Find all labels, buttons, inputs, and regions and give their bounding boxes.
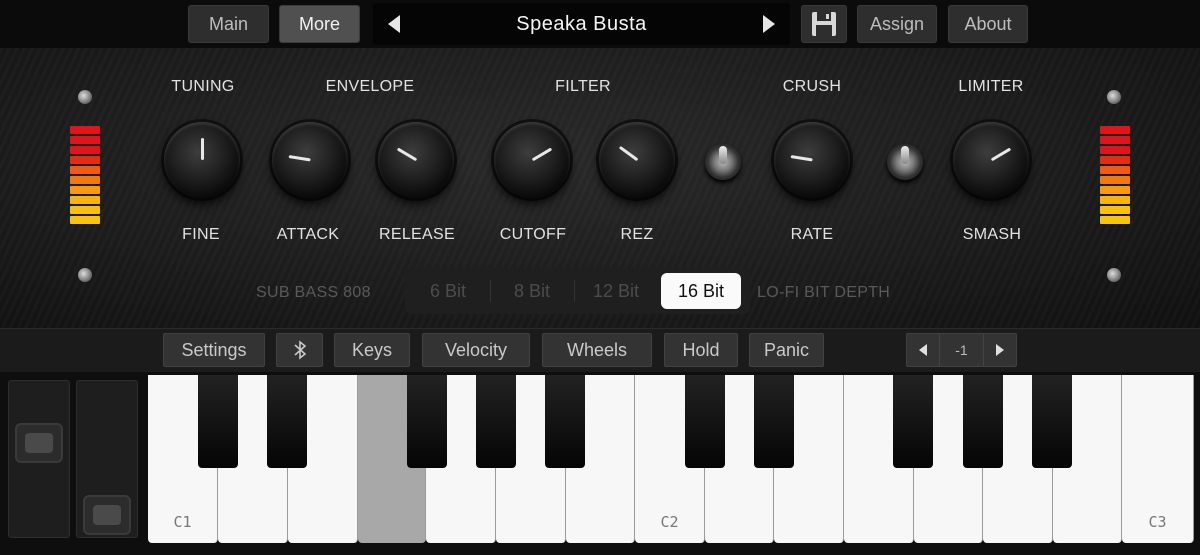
release-knob[interactable] xyxy=(378,122,454,198)
note-label: C2 xyxy=(660,513,679,531)
note-label: C1 xyxy=(173,513,192,531)
meter-segment xyxy=(1100,166,1130,174)
wheel-thumb[interactable] xyxy=(83,495,131,535)
fine-knob[interactable] xyxy=(164,122,240,198)
mod-wheel[interactable] xyxy=(76,380,138,538)
bit-option-8[interactable]: 8 Bit xyxy=(493,273,571,309)
more-button[interactable]: More xyxy=(279,5,360,43)
meter-segment xyxy=(70,186,100,194)
next-preset-icon[interactable] xyxy=(763,15,775,33)
level-meter-left xyxy=(70,126,100,226)
divider xyxy=(574,280,575,302)
key-a-sharp-2[interactable] xyxy=(1032,375,1072,468)
note-label: C3 xyxy=(1148,513,1167,531)
screw-icon xyxy=(78,90,92,104)
meter-segment xyxy=(70,126,100,134)
bluetooth-button[interactable] xyxy=(276,333,323,367)
preset-selector: Speaka Busta xyxy=(373,3,790,45)
level-meter-right xyxy=(1100,126,1130,226)
meter-segment xyxy=(1100,126,1130,134)
meter-segment xyxy=(70,196,100,204)
save-button[interactable] xyxy=(801,5,847,43)
octave-value: -1 xyxy=(955,342,968,358)
screw-icon xyxy=(1107,90,1121,104)
wheels-button[interactable]: Wheels xyxy=(542,333,652,367)
hold-button[interactable]: Hold xyxy=(664,333,738,367)
meter-segment xyxy=(1100,156,1130,164)
preset-name[interactable]: Speaka Busta xyxy=(373,13,790,36)
key-g-sharp-2[interactable] xyxy=(963,375,1003,468)
floppy-disk-icon xyxy=(812,12,836,36)
octave-up-icon[interactable] xyxy=(983,334,1016,366)
meter-segment xyxy=(70,206,100,214)
top-bar: Main More Speaka Busta Assign About xyxy=(0,0,1200,48)
panic-button[interactable]: Panic xyxy=(749,333,824,367)
meter-segment xyxy=(70,166,100,174)
key-d-sharp-2[interactable] xyxy=(754,375,794,468)
bit-option-12[interactable]: 12 Bit xyxy=(577,273,655,309)
cutoff-knob[interactable] xyxy=(494,122,570,198)
keyboard-area: C1 C2 C3 xyxy=(0,372,1200,555)
about-button[interactable]: About xyxy=(948,5,1028,43)
octave-stepper: -1 xyxy=(906,333,1017,367)
key-c-sharp-1[interactable] xyxy=(198,375,238,468)
screw-icon xyxy=(78,268,92,282)
smash-label: SMASH xyxy=(962,226,1022,243)
bit-depth-selector: 6 Bit 8 Bit 12 Bit 16 Bit xyxy=(405,268,750,314)
meter-segment xyxy=(70,156,100,164)
smash-knob[interactable] xyxy=(953,122,1029,198)
key-c3[interactable]: C3 xyxy=(1122,375,1194,543)
key-d-sharp-1[interactable] xyxy=(267,375,307,468)
keyboard-controls-bar: Settings Keys Velocity Wheels Hold Panic… xyxy=(0,328,1200,372)
meter-segment xyxy=(1100,186,1130,194)
assign-button[interactable]: Assign xyxy=(857,5,937,43)
main-button[interactable]: Main xyxy=(188,5,269,43)
section-crush-title: CRUSH xyxy=(782,78,842,95)
bluetooth-icon xyxy=(293,340,306,360)
attack-knob[interactable] xyxy=(272,122,348,198)
crush-toggle-switch[interactable] xyxy=(887,144,923,180)
key-f-sharp-1[interactable] xyxy=(407,375,447,468)
rez-label: REZ xyxy=(620,226,654,243)
bit-depth-label: LO-FI BIT DEPTH xyxy=(757,284,891,301)
meter-segment xyxy=(1100,146,1130,154)
filter-toggle-switch[interactable] xyxy=(705,144,741,180)
key-a-sharp-1[interactable] xyxy=(545,375,585,468)
rate-label: RATE xyxy=(790,226,834,243)
settings-button[interactable]: Settings xyxy=(163,333,265,367)
meter-segment xyxy=(1100,206,1130,214)
meter-segment xyxy=(1100,176,1130,184)
key-f-sharp-2[interactable] xyxy=(893,375,933,468)
synth-panel: TUNING ENVELOPE FILTER CRUSH LIMITER FIN… xyxy=(0,48,1200,328)
divider xyxy=(490,280,491,302)
wheel-thumb[interactable] xyxy=(15,423,63,463)
meter-segment xyxy=(70,176,100,184)
meter-segment xyxy=(70,146,100,154)
section-envelope-title: ENVELOPE xyxy=(325,78,415,95)
key-c-sharp-2[interactable] xyxy=(685,375,725,468)
key-g-sharp-1[interactable] xyxy=(476,375,516,468)
section-filter-title: FILTER xyxy=(555,78,611,95)
bit-option-6[interactable]: 6 Bit xyxy=(409,273,487,309)
rate-knob[interactable] xyxy=(774,122,850,198)
screw-icon xyxy=(1107,268,1121,282)
preset-category-label: SUB BASS 808 xyxy=(256,284,371,301)
meter-segment xyxy=(1100,136,1130,144)
keys-button[interactable]: Keys xyxy=(334,333,410,367)
bit-option-16[interactable]: 16 Bit xyxy=(661,273,741,309)
velocity-button[interactable]: Velocity xyxy=(422,333,530,367)
rez-knob[interactable] xyxy=(599,122,675,198)
section-tuning-title: TUNING xyxy=(171,78,235,95)
section-limiter-title: LIMITER xyxy=(958,78,1024,95)
meter-segment xyxy=(1100,196,1130,204)
octave-down-icon[interactable] xyxy=(907,334,940,366)
pitch-bend-wheel[interactable] xyxy=(8,380,70,538)
meter-segment xyxy=(1100,216,1130,224)
meter-segment xyxy=(70,216,100,224)
meter-segment xyxy=(70,136,100,144)
